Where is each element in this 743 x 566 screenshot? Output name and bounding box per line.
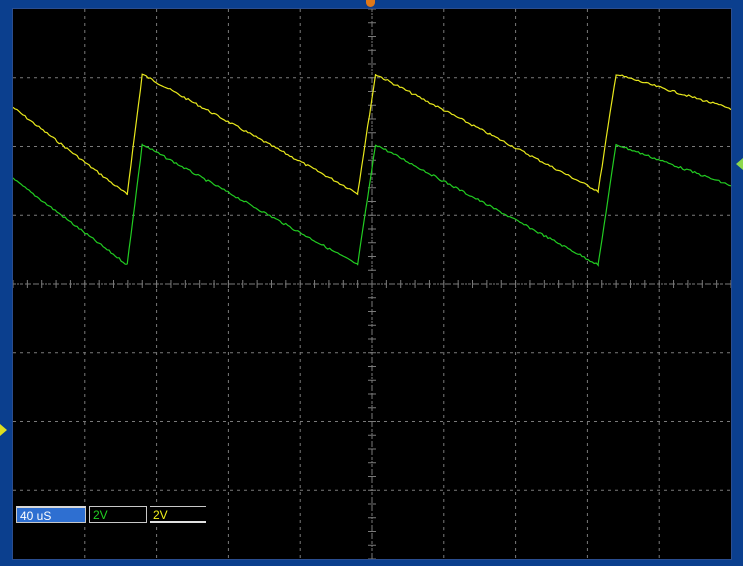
scope-display <box>12 8 732 560</box>
oscilloscope-window: 40 uS 2V 2V <box>0 0 743 566</box>
trigger-position-icon[interactable] <box>366 0 375 7</box>
timebase-readout[interactable]: 40 uS <box>16 506 86 523</box>
channel-level-arrow-icon[interactable] <box>0 424 7 436</box>
ch2-volts-readout[interactable]: 2V <box>89 506 147 523</box>
waveform-plot <box>13 9 731 559</box>
channel-level-arrow-icon[interactable] <box>736 158 743 170</box>
ch1-volts-readout[interactable]: 2V <box>150 506 206 523</box>
